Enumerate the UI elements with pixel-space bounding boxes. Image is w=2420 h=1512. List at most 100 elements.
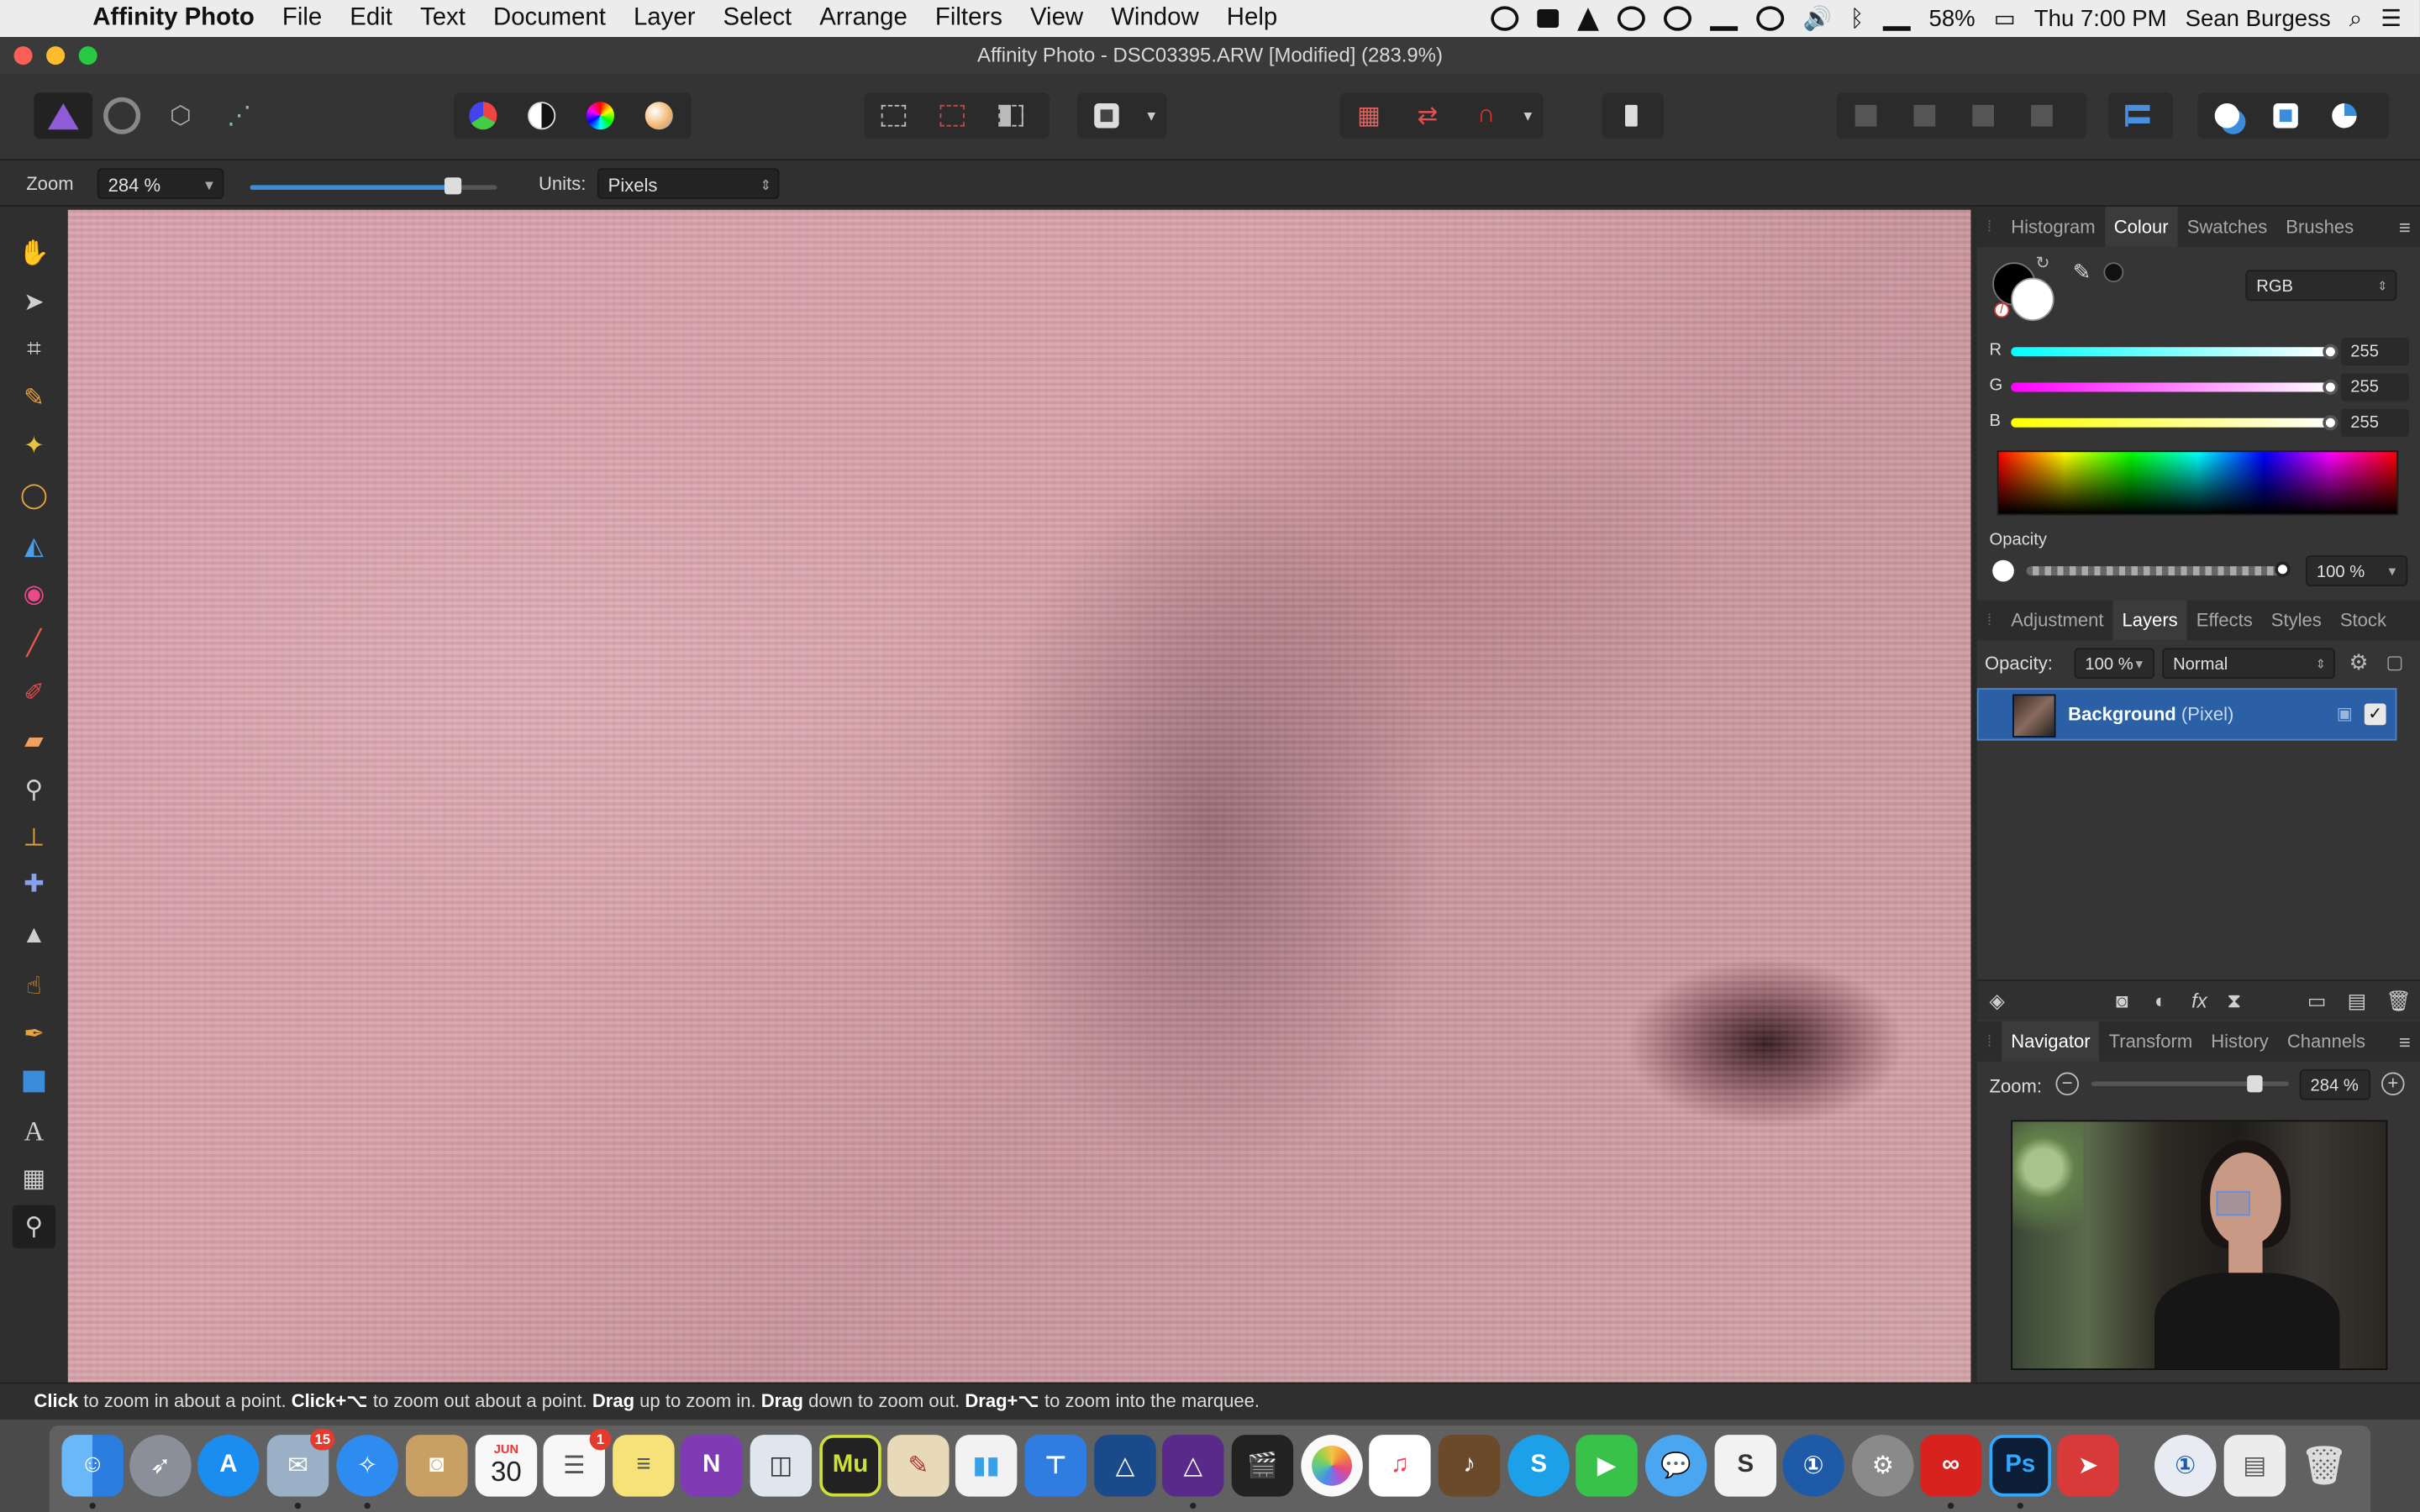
channel-b-knob[interactable] (2323, 415, 2338, 431)
move-to-front-button[interactable] (2012, 92, 2071, 139)
zoom-out-icon[interactable]: − (2055, 1072, 2080, 1096)
navigator-zoom-knob[interactable] (2247, 1075, 2263, 1093)
menu-arrange[interactable]: Arrange (819, 5, 908, 33)
zoom-field[interactable]: 284 % ▼ (97, 167, 224, 199)
dock-launchpad[interactable]: ➶ (129, 1435, 192, 1497)
grid-button[interactable]: ▦ (1339, 92, 1398, 139)
channel-r-value[interactable]: 255 (2341, 338, 2410, 366)
layers-stack-icon[interactable]: ◈ (1990, 989, 2005, 1013)
tab-effects[interactable]: Effects (2187, 600, 2262, 640)
live-filter-icon[interactable]: ⧗ (2227, 989, 2241, 1013)
colour-spectrum[interactable] (1996, 450, 2399, 516)
dock-mail[interactable]: ✉ 15 (266, 1428, 335, 1497)
tab-navigator[interactable]: Navigator (2002, 1021, 2100, 1062)
navigator-zoom-field[interactable]: 284 % (2299, 1068, 2371, 1100)
menu-help[interactable]: Help (1227, 5, 1277, 33)
add-shape-button[interactable] (2197, 92, 2256, 139)
layer-lock-icon[interactable]: ▢ (2386, 651, 2404, 673)
dropbox-icon[interactable] (1537, 9, 1560, 29)
opacity-slider[interactable] (2026, 566, 2283, 576)
wifi-icon[interactable] (1882, 6, 1911, 31)
sharpen-tool[interactable]: ▲ (13, 915, 55, 958)
layer-opacity-field[interactable]: 100 % ▼ (2074, 648, 2155, 680)
channel-r-knob[interactable] (2323, 344, 2338, 360)
layer-visibility-checkbox[interactable]: ✓ (2364, 703, 2386, 726)
menu-select[interactable]: Select (723, 5, 792, 33)
close-window-button[interactable] (13, 46, 33, 66)
dock-garageband[interactable]: ♪ (1438, 1435, 1501, 1497)
mesh-warp-tool[interactable]: ▦ (13, 1158, 55, 1200)
dock-itunes[interactable]: ♫ (1369, 1435, 1431, 1497)
dock-contacts[interactable]: ◙ (406, 1435, 468, 1497)
battery-percent[interactable]: 58% (1929, 5, 1975, 31)
tab-swatches[interactable]: Swatches (2178, 207, 2277, 247)
tab-layers[interactable]: Layers (2112, 600, 2187, 641)
dock-photoshop[interactable]: Ps (1989, 1435, 2051, 1497)
levels-button[interactable] (454, 92, 513, 139)
zoom-slider-knob[interactable] (444, 177, 462, 195)
dock-affinity-designer[interactable]: △ (1094, 1435, 1156, 1497)
dock-numbers[interactable]: ▮▮ (955, 1435, 1018, 1497)
dock-preview[interactable]: ◫ (750, 1435, 813, 1497)
align-button[interactable] (2108, 92, 2167, 139)
add-pixel-layer-icon[interactable]: ▤ (2348, 989, 2367, 1013)
fx-icon[interactable]: fx (2191, 989, 2207, 1012)
erase-brush-tool[interactable]: ▰ (13, 719, 55, 762)
dock-reminders[interactable]: ☰ 1 (543, 1428, 612, 1497)
tab-adjustment[interactable]: Adjustment (2002, 600, 2112, 640)
channel-b-slider[interactable] (2011, 417, 2333, 428)
tab-histogram[interactable]: Histogram (2002, 207, 2104, 247)
panel-menu-icon[interactable]: ≡ (2399, 216, 2411, 239)
pen-tool[interactable]: ✒ (13, 1012, 55, 1055)
dock-pages[interactable]: ✎ (887, 1435, 950, 1497)
navigator-preview[interactable] (2011, 1120, 2388, 1370)
paint-brush-tool[interactable]: ╱ (13, 622, 55, 664)
battery-icon[interactable]: ▭ (1994, 5, 2016, 32)
dock-photos[interactable] (1301, 1435, 1363, 1497)
layer-settings-gear-icon[interactable]: ⚙ (2349, 649, 2368, 675)
subtract-shape-button[interactable] (2256, 92, 2315, 139)
spotlight-search-icon[interactable]: ⌕ (2349, 5, 2362, 31)
opacity-field[interactable]: 100 % ▼ (2306, 555, 2408, 586)
menubar-clock[interactable]: Thu 7:00 PM (2034, 5, 2167, 31)
navigator-viewport-rectangle[interactable] (2216, 1190, 2250, 1216)
panel-grip-icon[interactable]: ⁞ (1977, 218, 2002, 235)
trash-button[interactable] (1602, 92, 1660, 139)
add-group-folder-icon[interactable]: ▭ (2307, 989, 2327, 1013)
dock-messages[interactable]: 💬 (1644, 1435, 1707, 1497)
menu-file[interactable]: File (282, 5, 322, 33)
units-select[interactable]: Pixels ⇕ (597, 167, 780, 199)
develop-persona-button[interactable]: ⬡ (151, 92, 210, 139)
clone-tool[interactable]: ⊥ (13, 816, 55, 859)
google-drive-icon[interactable] (1577, 7, 1599, 30)
zoom-in-icon[interactable]: + (2381, 1072, 2405, 1096)
selection-brush-tool[interactable]: ✎ (13, 376, 55, 419)
assistant-button[interactable]: ⇄ (1398, 92, 1457, 139)
dock-safari[interactable]: ✧ (336, 1435, 398, 1497)
contrast-button[interactable] (513, 92, 571, 139)
channel-g-value[interactable]: 255 (2341, 373, 2410, 402)
dock-trash[interactable]: 🗑 (2293, 1435, 2354, 1496)
panel-grip-icon[interactable]: ⁞ (1977, 612, 2002, 628)
intersect-shape-button[interactable] (2315, 92, 2374, 139)
notification-center-icon[interactable]: ☰ (2381, 5, 2402, 32)
channel-g-slider[interactable] (2011, 382, 2333, 392)
opacity-slider-knob[interactable] (2275, 561, 2291, 577)
move-to-back-button[interactable] (1837, 92, 1896, 139)
eyedropper-icon[interactable]: ✎ (2073, 260, 2091, 286)
artistic-text-tool[interactable]: A (13, 1110, 55, 1152)
export-persona-button[interactable]: ⋰ (210, 92, 269, 139)
menu-filters[interactable]: Filters (935, 5, 1002, 33)
tab-history[interactable]: History (2202, 1021, 2278, 1062)
move-forward-button[interactable] (1954, 92, 2012, 139)
tab-styles[interactable]: Styles (2262, 600, 2331, 640)
rectangle-tool[interactable] (13, 1060, 55, 1103)
layer-row-background[interactable]: Background (Pixel) ▣ ✓ (1976, 688, 2397, 741)
dock-keynote[interactable]: ⊤ (1024, 1435, 1087, 1497)
volume-icon[interactable]: 🔊 (1802, 5, 1831, 32)
minimize-window-button[interactable] (46, 46, 66, 66)
dock-system-preferences[interactable]: ⚙ (1852, 1435, 1914, 1497)
dock-muse[interactable]: Mu (819, 1435, 881, 1497)
dock-app-store[interactable]: A (197, 1435, 260, 1497)
user-name[interactable]: Sean Burgess (2186, 5, 2331, 31)
